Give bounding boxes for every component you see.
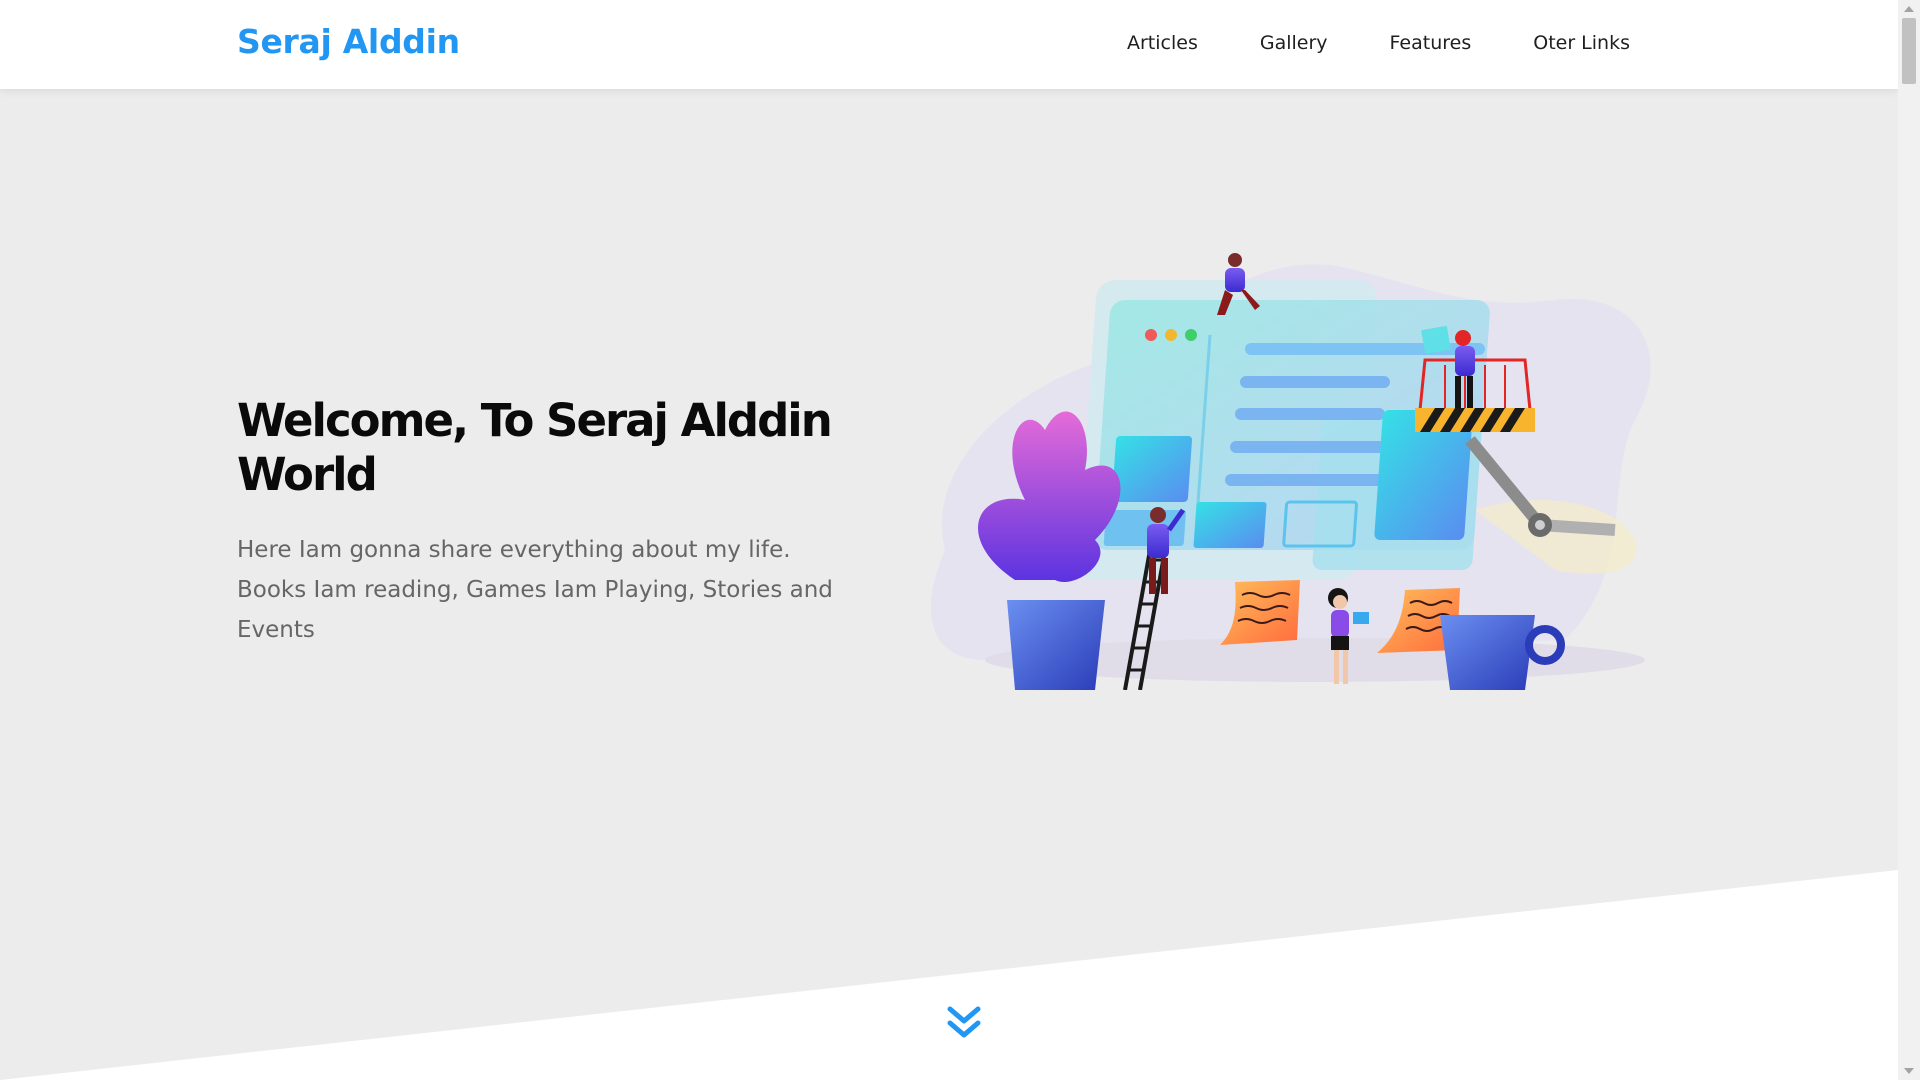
nav-link-other-links[interactable]: Oter Links xyxy=(1533,32,1630,54)
nav-link-gallery[interactable]: Gallery xyxy=(1260,32,1328,54)
hero-text: Welcome, To Seraj Alddin World Here Iam … xyxy=(237,394,917,650)
page-scrollbar[interactable] xyxy=(1898,0,1920,1080)
slanted-section-divider xyxy=(0,870,1898,1080)
page: Seraj Alddin Articles Gallery Features O… xyxy=(0,0,1898,1080)
hero-description: Here Iam gonna share everything about my… xyxy=(237,537,833,643)
scroll-up-arrow-icon[interactable] xyxy=(1904,6,1914,12)
nav-link-articles[interactable]: Articles xyxy=(1127,32,1198,54)
site-logo[interactable]: Seraj Alddin xyxy=(237,22,460,61)
scroll-down-arrow-icon[interactable] xyxy=(1904,1068,1914,1074)
main-nav: Articles Gallery Features Oter Links xyxy=(1065,32,1630,54)
nav-link-features[interactable]: Features xyxy=(1390,32,1472,54)
scrollbar-thumb[interactable] xyxy=(1902,18,1916,84)
hero-title: Welcome, To Seraj Alddin World xyxy=(237,394,833,501)
site-header: Seraj Alddin Articles Gallery Features O… xyxy=(0,0,1898,89)
double-chevron-down-icon[interactable] xyxy=(944,1003,984,1043)
hero-illustration xyxy=(930,253,1651,690)
